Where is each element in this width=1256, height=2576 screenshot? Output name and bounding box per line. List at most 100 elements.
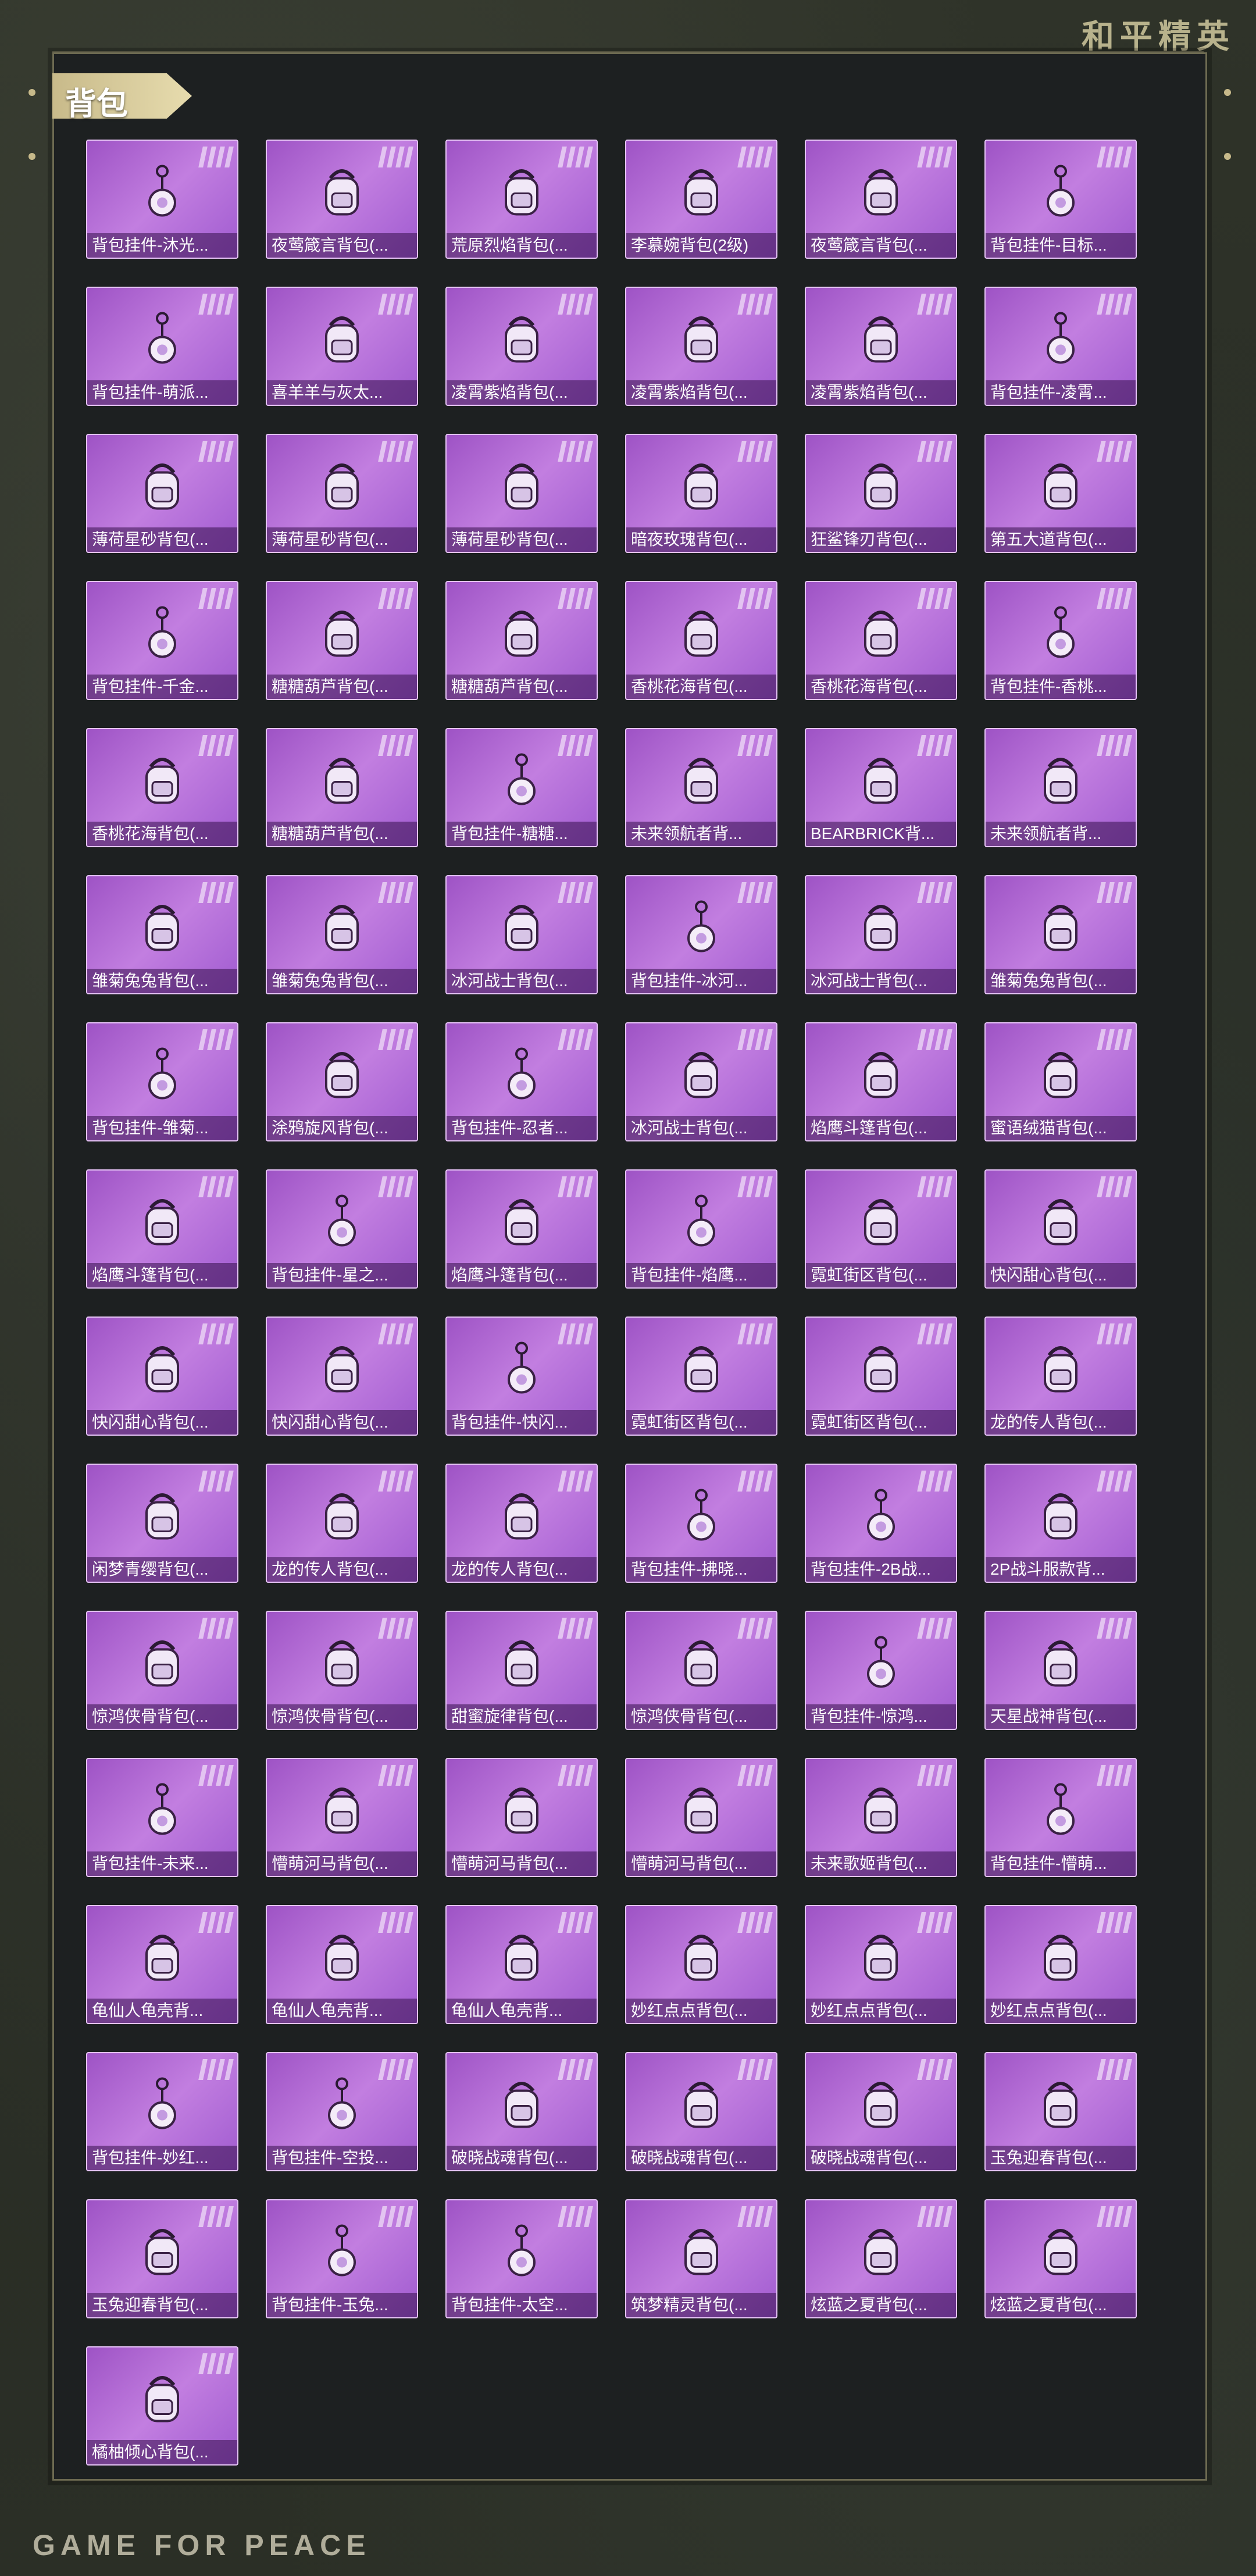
item-tile[interactable]: 蜜语绒猫背包(... xyxy=(984,1022,1137,1141)
rarity-stripes xyxy=(378,1618,413,1639)
item-tile[interactable]: 未来领航者背... xyxy=(984,728,1137,847)
item-tile[interactable]: 背包挂件-萌派... xyxy=(86,287,238,406)
item-tile[interactable]: 背包挂件-妙红... xyxy=(86,2052,238,2171)
item-tile[interactable]: 闲梦青缨背包(... xyxy=(86,1464,238,1583)
item-tile[interactable]: 喜羊羊与灰太... xyxy=(266,287,418,406)
item-tile[interactable]: 龙的传人背包(... xyxy=(445,1464,598,1583)
item-tile[interactable]: 甜蜜旋律背包(... xyxy=(445,1611,598,1730)
pendant-icon xyxy=(849,1485,913,1552)
item-label: 懵萌河马背包(... xyxy=(447,1851,597,1876)
item-tile[interactable]: 快闪甜心背包(... xyxy=(266,1316,418,1436)
item-tile[interactable]: 霓虹街区背包(... xyxy=(805,1169,957,1289)
item-tile[interactable]: 背包挂件-香桃... xyxy=(984,581,1137,700)
item-tile[interactable]: 龙的传人背包(... xyxy=(266,1464,418,1583)
item-tile[interactable]: 雏菊兔兔背包(... xyxy=(266,875,418,994)
item-tile[interactable]: 薄荷星砂背包(... xyxy=(86,434,238,553)
item-tile[interactable]: 背包挂件-千金... xyxy=(86,581,238,700)
item-tile[interactable]: 破晓战魂背包(... xyxy=(805,2052,957,2171)
item-tile[interactable]: 妙红点点背包(... xyxy=(984,1905,1137,2024)
item-tile[interactable]: 背包挂件-沐光... xyxy=(86,140,238,259)
item-tile[interactable]: 背包挂件-懵萌... xyxy=(984,1758,1137,1877)
item-tile[interactable]: 背包挂件-冰河... xyxy=(625,875,777,994)
item-tile[interactable]: 凌霄紫焰背包(... xyxy=(625,287,777,406)
item-tile[interactable]: 未来领航者背... xyxy=(625,728,777,847)
item-tile[interactable]: 快闪甜心背包(... xyxy=(984,1169,1137,1289)
item-tile[interactable]: 天星战神背包(... xyxy=(984,1611,1137,1730)
rarity-stripes xyxy=(378,2206,413,2227)
item-tile[interactable]: 龟仙人龟壳背... xyxy=(266,1905,418,2024)
item-tile[interactable]: 龙的传人背包(... xyxy=(984,1316,1137,1436)
item-tile[interactable]: 糖糖葫芦背包(... xyxy=(266,581,418,700)
item-tile[interactable]: 香桃花海背包(... xyxy=(86,728,238,847)
item-tile[interactable]: 雏菊兔兔背包(... xyxy=(86,875,238,994)
item-tile[interactable]: 背包挂件-星之... xyxy=(266,1169,418,1289)
item-tile[interactable]: 惊鸿侠骨背包(... xyxy=(86,1611,238,1730)
item-tile[interactable]: 背包挂件-糖糖... xyxy=(445,728,598,847)
item-tile[interactable]: 背包挂件-惊鸿... xyxy=(805,1611,957,1730)
item-tile[interactable]: 背包挂件-雏菊... xyxy=(86,1022,238,1141)
item-tile[interactable]: 焰鹰斗篷背包(... xyxy=(805,1022,957,1141)
item-tile[interactable]: 炫蓝之夏背包(... xyxy=(805,2199,957,2318)
item-tile[interactable]: 背包挂件-凌霄... xyxy=(984,287,1137,406)
item-tile[interactable]: 薄荷星砂背包(... xyxy=(445,434,598,553)
item-tile[interactable]: 背包挂件-快闪... xyxy=(445,1316,598,1436)
item-tile[interactable]: 李慕婉背包(2级) xyxy=(625,140,777,259)
item-tile[interactable]: 背包挂件-目标... xyxy=(984,140,1137,259)
item-tile[interactable]: 炫蓝之夏背包(... xyxy=(984,2199,1137,2318)
item-label: 龙的传人背包(... xyxy=(267,1557,417,1582)
item-tile[interactable]: 糖糖葫芦背包(... xyxy=(266,728,418,847)
item-tile[interactable]: 龟仙人龟壳背... xyxy=(445,1905,598,2024)
item-tile[interactable]: 未来歌姬背包(... xyxy=(805,1758,957,1877)
item-tile[interactable]: 懵萌河马背包(... xyxy=(266,1758,418,1877)
item-tile[interactable]: 夜莺箴言背包(... xyxy=(266,140,418,259)
item-tile[interactable]: 2P战斗服款背... xyxy=(984,1464,1137,1583)
item-tile[interactable]: 妙红点点背包(... xyxy=(625,1905,777,2024)
item-tile[interactable]: 玉兔迎春背包(... xyxy=(86,2199,238,2318)
item-tile[interactable]: 夜莺箴言背包(... xyxy=(805,140,957,259)
item-tile[interactable]: 第五大道背包(... xyxy=(984,434,1137,553)
item-tile[interactable]: 快闪甜心背包(... xyxy=(86,1316,238,1436)
item-tile[interactable]: 懵萌河马背包(... xyxy=(445,1758,598,1877)
item-tile[interactable]: 玉兔迎春背包(... xyxy=(984,2052,1137,2171)
item-tile[interactable]: 焰鹰斗篷背包(... xyxy=(86,1169,238,1289)
item-tile[interactable]: 背包挂件-未来... xyxy=(86,1758,238,1877)
item-tile[interactable]: 懵萌河马背包(... xyxy=(625,1758,777,1877)
pendant-icon xyxy=(849,1632,913,1699)
item-label: 未来领航者背... xyxy=(626,822,776,846)
item-tile[interactable]: 背包挂件-空投... xyxy=(266,2052,418,2171)
item-tile[interactable]: 薄荷星砂背包(... xyxy=(266,434,418,553)
item-tile[interactable]: 糖糖葫芦背包(... xyxy=(445,581,598,700)
item-tile[interactable]: 冰河战士背包(... xyxy=(625,1022,777,1141)
item-tile[interactable]: 涂鸦旋风背包(... xyxy=(266,1022,418,1141)
item-tile[interactable]: 冰河战士背包(... xyxy=(805,875,957,994)
item-tile[interactable]: 妙红点点背包(... xyxy=(805,1905,957,2024)
item-tile[interactable]: 香桃花海背包(... xyxy=(625,581,777,700)
item-tile[interactable]: 凌霄紫焰背包(... xyxy=(445,287,598,406)
item-tile[interactable]: 荒原烈焰背包(... xyxy=(445,140,598,259)
item-tile[interactable]: 筑梦精灵背包(... xyxy=(625,2199,777,2318)
item-tile[interactable]: 破晓战魂背包(... xyxy=(445,2052,598,2171)
item-tile[interactable]: 背包挂件-玉兔... xyxy=(266,2199,418,2318)
item-tile[interactable]: 惊鸿侠骨背包(... xyxy=(266,1611,418,1730)
item-tile[interactable]: 暗夜玫瑰背包(... xyxy=(625,434,777,553)
item-tile[interactable]: 凌霄紫焰背包(... xyxy=(805,287,957,406)
item-tile[interactable]: 橘柚倾心背包(... xyxy=(86,2346,238,2466)
item-tile[interactable]: 霓虹街区背包(... xyxy=(625,1316,777,1436)
item-tile[interactable]: 惊鸿侠骨背包(... xyxy=(625,1611,777,1730)
item-tile[interactable]: 冰河战士背包(... xyxy=(445,875,598,994)
item-tile[interactable]: 背包挂件-忍者... xyxy=(445,1022,598,1141)
item-tile[interactable]: 背包挂件-2B战... xyxy=(805,1464,957,1583)
item-tile[interactable]: 破晓战魂背包(... xyxy=(625,2052,777,2171)
item-tile[interactable]: 狂鲨锋刃背包(... xyxy=(805,434,957,553)
item-tile[interactable]: 背包挂件-太空... xyxy=(445,2199,598,2318)
item-tile[interactable]: 龟仙人龟壳背... xyxy=(86,1905,238,2024)
item-tile[interactable]: 背包挂件-焰鹰... xyxy=(625,1169,777,1289)
item-tile[interactable]: BEARBRICK背... xyxy=(805,728,957,847)
item-tile[interactable]: 雏菊兔兔背包(... xyxy=(984,875,1137,994)
item-label: 喜羊羊与灰太... xyxy=(267,380,417,405)
pendant-icon xyxy=(130,1779,194,1846)
item-tile[interactable]: 霓虹街区背包(... xyxy=(805,1316,957,1436)
item-tile[interactable]: 香桃花海背包(... xyxy=(805,581,957,700)
item-tile[interactable]: 背包挂件-拂晓... xyxy=(625,1464,777,1583)
item-tile[interactable]: 焰鹰斗篷背包(... xyxy=(445,1169,598,1289)
